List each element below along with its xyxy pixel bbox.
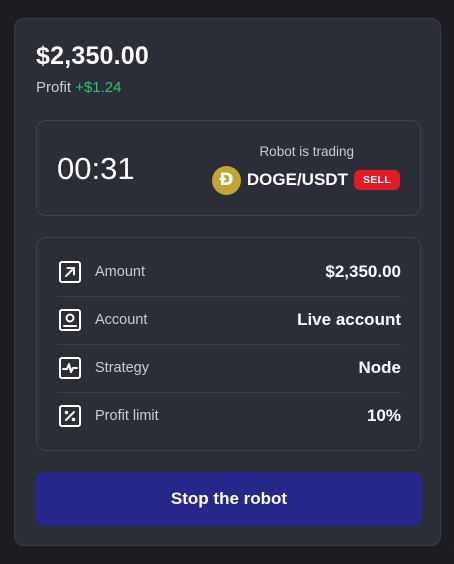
trading-session-panel: 00:31 Robot is trading Ð DOGE/USDT SELL [36,120,421,216]
detail-value: $2,350.00 [325,262,401,281]
detail-value: Live account [297,310,401,329]
balance-amount: $2,350.00 [36,42,150,70]
detail-value: 10% [366,406,401,425]
robot-details: Amount $2,350.00 Account Live account St… [36,237,421,451]
user-card-icon [58,308,82,332]
arrow-up-right-icon [58,260,82,284]
percent-icon [58,404,82,428]
app-frame: $2,350.00 Profit +$1.24 00:31 Robot is t… [0,0,454,564]
profit-label: Profit [36,79,72,96]
trading-pair: Ð DOGE/USDT SELL [211,165,400,195]
detail-label: Account [95,312,148,328]
detail-label: Profit limit [95,408,159,424]
detail-value: Node [358,358,402,377]
session-timer: 00:31 [57,151,135,186]
profit-line: Profit +$1.24 [36,79,121,96]
robot-status: Robot is trading [259,144,354,159]
detail-label: Strategy [95,360,149,376]
profit-value: +$1.24 [75,79,122,96]
stop-robot-button[interactable]: Stop the robot [36,472,422,526]
pulse-chart-icon [58,356,82,380]
doge-coin-icon: Ð [211,165,241,195]
detail-row-amount: Amount $2,350.00 [58,248,401,297]
pair-name: DOGE/USDT [246,170,348,189]
detail-row-strategy: Strategy Node [58,344,401,393]
robot-card: $2,350.00 Profit +$1.24 00:31 Robot is t… [14,18,441,546]
detail-row-account: Account Live account [58,296,401,345]
coin-symbol: Ð [219,170,234,190]
detail-label: Amount [95,264,145,280]
sell-badge: SELL [353,170,400,190]
detail-row-profit-limit: Profit limit 10% [58,392,401,440]
